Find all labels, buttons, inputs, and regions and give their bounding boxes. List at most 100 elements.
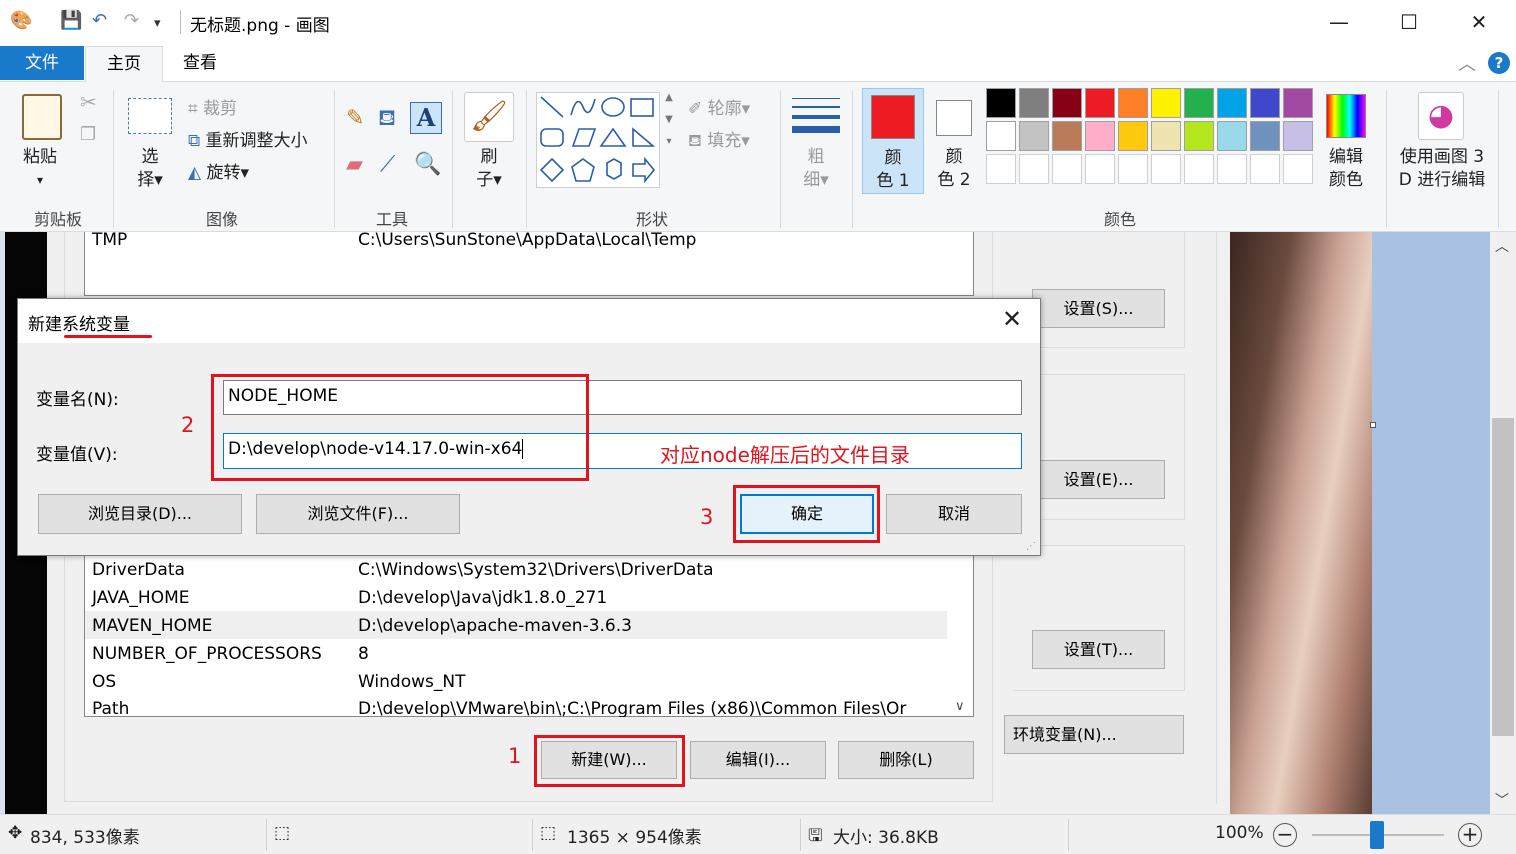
- brush-icon[interactable]: 🖌: [464, 92, 514, 142]
- size-button[interactable]: 粗 细▾: [792, 146, 840, 192]
- list-item-name[interactable]: JAVA_HOME: [92, 588, 190, 608]
- help-icon[interactable]: ?: [1488, 52, 1510, 74]
- select-icon[interactable]: [128, 98, 172, 134]
- cut-icon[interactable]: ✂: [80, 90, 97, 114]
- scroll-up-icon[interactable]: ︿: [1495, 236, 1509, 256]
- color1-button[interactable]: 颜 色 1: [862, 88, 924, 194]
- paint3d-icon[interactable]: ◕: [1418, 92, 1464, 140]
- list-item-value[interactable]: D:\develop\apache-maven-3.6.3: [358, 616, 632, 636]
- list-item-value[interactable]: Windows_NT: [358, 672, 466, 692]
- palette-swatch[interactable]: [1019, 121, 1049, 151]
- palette-swatch[interactable]: [1118, 121, 1148, 151]
- zoom-out-button[interactable]: −: [1273, 823, 1297, 847]
- list-item-name[interactable]: NUMBER_OF_PROCESSORS: [92, 644, 322, 664]
- redo-icon[interactable]: ↷: [124, 10, 139, 31]
- palette-swatch[interactable]: [1250, 154, 1280, 184]
- resize-button[interactable]: ⧉ 重新调整大小: [188, 126, 308, 151]
- cancel-button[interactable]: 取消: [886, 494, 1022, 534]
- palette-swatch[interactable]: [1151, 121, 1181, 151]
- minimize-button[interactable]: —: [1316, 8, 1362, 36]
- list-item-value[interactable]: D:\develop\VMware\bin\;C:\Program Files …: [358, 699, 924, 717]
- outline-button[interactable]: ✐ 轮廓▾: [688, 94, 750, 119]
- browse-file-button[interactable]: 浏览文件(F)...: [256, 494, 460, 534]
- palette-swatch[interactable]: [1217, 154, 1247, 184]
- zoom-slider-thumb[interactable]: [1370, 821, 1384, 849]
- fill-button[interactable]: ⛾ 填充▾: [688, 126, 750, 153]
- size-icon[interactable]: [792, 96, 840, 140]
- list-item-name[interactable]: MAVEN_HOME: [92, 616, 212, 636]
- list-scrollbar[interactable]: ∨: [951, 553, 973, 716]
- list-item-value[interactable]: 8: [358, 644, 369, 664]
- palette-swatch[interactable]: [1151, 88, 1181, 118]
- fill-bucket-icon[interactable]: ⛾: [378, 106, 396, 134]
- maximize-button[interactable]: ☐: [1386, 8, 1432, 36]
- resize-handle[interactable]: [1370, 422, 1376, 428]
- palette-swatch[interactable]: [1151, 154, 1181, 184]
- select-button[interactable]: 选 择▾: [128, 146, 172, 192]
- brushes-button[interactable]: 刷 子▾: [464, 146, 514, 192]
- save-icon[interactable]: 💾: [60, 10, 82, 31]
- crop-button[interactable]: ⌗ 裁剪: [188, 94, 237, 119]
- user-var-value[interactable]: C:\Users\SunStone\AppData\Local\Temp: [358, 232, 696, 250]
- palette-swatch[interactable]: [1085, 154, 1115, 184]
- delete-var-button[interactable]: 删除(L): [838, 741, 974, 779]
- palette-swatch[interactable]: [1184, 154, 1214, 184]
- palette-swatch[interactable]: [1283, 154, 1313, 184]
- list-item-name[interactable]: OS: [92, 672, 116, 692]
- copy-icon[interactable]: ❐: [80, 124, 96, 145]
- zoom-in-button[interactable]: +: [1458, 823, 1482, 847]
- customize-qat-icon[interactable]: ▾: [154, 16, 161, 31]
- color2-button[interactable]: 颜 色 2: [926, 88, 982, 194]
- list-item-value[interactable]: C:\Windows\System32\Drivers\DriverData: [358, 560, 714, 580]
- palette-swatch[interactable]: [1283, 121, 1313, 151]
- list-item-value[interactable]: D:\develop\Java\jdk1.8.0_271: [358, 588, 607, 608]
- palette-swatch[interactable]: [1184, 121, 1214, 151]
- palette-swatch[interactable]: [1052, 88, 1082, 118]
- resize-grip-icon[interactable]: ⋰: [1026, 541, 1036, 552]
- shapes-scroll[interactable]: ▲ ▼ ▾: [662, 92, 676, 188]
- palette-swatch[interactable]: [1019, 88, 1049, 118]
- palette-swatch[interactable]: [1217, 121, 1247, 151]
- palette-swatch[interactable]: [1217, 88, 1247, 118]
- palette-swatch[interactable]: [1052, 121, 1082, 151]
- close-button[interactable]: ✕: [1456, 8, 1502, 36]
- edit-colors-button[interactable]: 编辑 颜色: [1316, 146, 1376, 192]
- palette-swatch[interactable]: [1118, 154, 1148, 184]
- palette-swatch[interactable]: [1085, 121, 1115, 151]
- rotate-button[interactable]: ◭ 旋转▾: [188, 158, 249, 183]
- tab-home[interactable]: 主页: [85, 46, 163, 82]
- palette-swatch[interactable]: [1283, 88, 1313, 118]
- paint3d-button[interactable]: 使用画图 3 D 进行编辑: [1392, 146, 1492, 192]
- palette-swatch[interactable]: [1085, 88, 1115, 118]
- list-item-name[interactable]: Path: [92, 699, 129, 717]
- scrollbar-thumb[interactable]: [1492, 418, 1514, 736]
- edit-colors-icon[interactable]: [1326, 94, 1366, 138]
- pencil-icon[interactable]: ✎: [346, 106, 364, 131]
- palette-swatch[interactable]: [986, 88, 1016, 118]
- magnifier-icon[interactable]: 🔍: [414, 152, 441, 177]
- shapes-gallery[interactable]: [536, 92, 660, 188]
- text-tool-icon[interactable]: A: [410, 102, 442, 134]
- palette-swatch[interactable]: [986, 121, 1016, 151]
- eraser-icon[interactable]: ▰: [346, 152, 363, 177]
- browse-directory-button[interactable]: 浏览目录(D)...: [38, 494, 242, 534]
- paste-button[interactable]: 粘贴 ▾: [15, 146, 65, 192]
- palette-swatch[interactable]: [1118, 88, 1148, 118]
- palette-swatch[interactable]: [1184, 88, 1214, 118]
- color-picker-icon[interactable]: ⟋: [380, 152, 395, 177]
- undo-icon[interactable]: ↶: [92, 10, 107, 31]
- palette-swatch[interactable]: [986, 154, 1016, 184]
- tab-view[interactable]: 查看: [170, 46, 230, 80]
- dialog-close-icon[interactable]: ✕: [1002, 305, 1022, 333]
- scroll-down-icon[interactable]: ﹀: [1495, 790, 1509, 810]
- palette-swatch[interactable]: [1250, 121, 1280, 151]
- palette-swatch[interactable]: [1250, 88, 1280, 118]
- user-var-name[interactable]: TMP: [92, 232, 127, 250]
- list-item-name[interactable]: DriverData: [92, 560, 185, 580]
- palette-swatch[interactable]: [1052, 154, 1082, 184]
- clipboard-icon[interactable]: [22, 94, 62, 140]
- palette-swatch[interactable]: [1019, 154, 1049, 184]
- edit-var-button[interactable]: 编辑(I)...: [690, 741, 826, 779]
- color-palette[interactable]: [986, 88, 1320, 190]
- tab-file[interactable]: 文件: [0, 46, 84, 80]
